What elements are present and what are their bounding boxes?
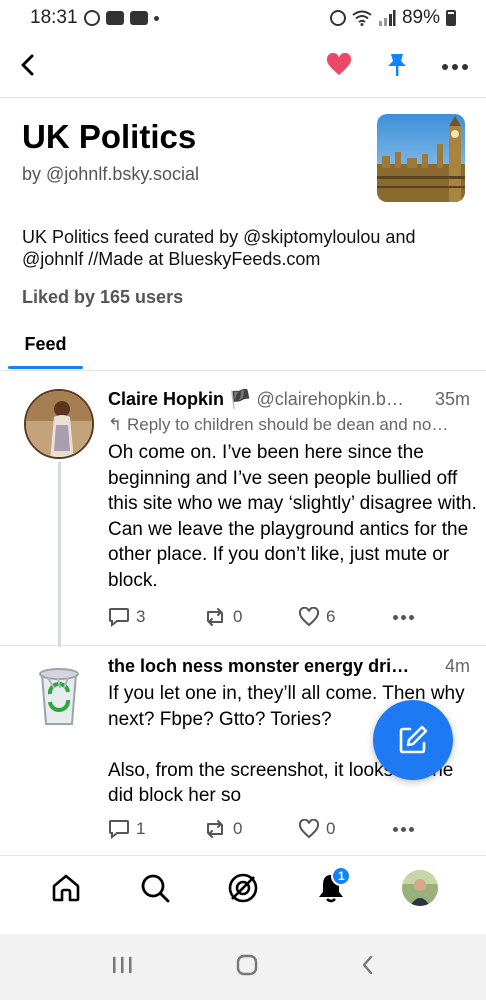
comment-icon: [109, 820, 129, 839]
whatsapp-icon: [83, 10, 100, 26]
heart-filled-icon: [326, 52, 352, 75]
wales-flag-icon: 🏴: [229, 389, 252, 409]
chevron-left-icon: [21, 54, 34, 75]
header-divider: [0, 97, 486, 98]
reply-to-text: Reply to children should be dean and no…: [126, 415, 449, 434]
avatar[interactable]: [24, 660, 94, 730]
tab-feed[interactable]: Feed: [8, 334, 83, 370]
battery-icon: [446, 10, 456, 26]
compose-button[interactable]: [373, 700, 453, 780]
like-feed-button[interactable]: [326, 52, 352, 82]
signal-icon: [378, 10, 396, 26]
battery-percent: 89%: [401, 7, 440, 28]
nav-search[interactable]: [131, 864, 179, 912]
post-time[interactable]: 35m: [435, 389, 470, 410]
pin-feed-button[interactable]: [386, 52, 408, 83]
home-icon: [52, 874, 80, 901]
bottom-nav: 1: [0, 855, 486, 919]
heart-icon: [298, 607, 320, 627]
repost-count: 0: [233, 607, 243, 626]
like-count: 0: [326, 819, 336, 838]
system-nav-bar: [0, 934, 486, 1000]
more-notifications-dot: [153, 15, 159, 21]
compose-icon: [399, 725, 428, 754]
reply-button[interactable]: 1: [108, 819, 203, 839]
home-circle-icon: [236, 954, 258, 975]
profile-avatar: [401, 869, 438, 906]
recent-apps-button[interactable]: [110, 955, 134, 980]
reply-button[interactable]: 3: [108, 607, 203, 627]
status-time: 18:31: [30, 7, 78, 28]
youtube-icon-2: [129, 11, 148, 25]
nav-feeds[interactable]: [219, 864, 267, 912]
notification-badge: 1: [331, 865, 352, 886]
youtube-icon: [105, 11, 124, 25]
post-header: Claire Hopkin 🏴 @clairehopkin.b… 35m: [108, 389, 478, 410]
author-handle[interactable]: @clairehopkin.b…: [256, 389, 403, 409]
back-chevron-icon: [362, 955, 372, 974]
back-system-button[interactable]: [360, 953, 376, 982]
post-actions: 1 0 0: [108, 816, 428, 842]
reply-count: 1: [136, 819, 146, 838]
pin-icon: [388, 53, 406, 76]
nav-profile[interactable]: [396, 864, 444, 912]
like-button[interactable]: 6: [298, 607, 393, 627]
author-name[interactable]: the loch ness monster energy dri…: [108, 656, 409, 676]
nav-home[interactable]: [42, 864, 90, 912]
feed-author[interactable]: by @johnlf.bsky.social: [22, 164, 199, 185]
repost-count: 0: [233, 819, 243, 838]
like-count: 6: [326, 607, 336, 626]
back-button[interactable]: [18, 53, 38, 82]
reply-to-line[interactable]: ↰ Reply to children should be dean and n…: [108, 415, 484, 435]
avatar[interactable]: [24, 389, 94, 459]
thread-line: [58, 462, 61, 647]
recent-apps-icon: [113, 956, 132, 973]
post-time[interactable]: 4m: [445, 656, 470, 677]
status-bar: 18:31 89%: [0, 0, 486, 36]
author-name[interactable]: Claire Hopkin: [108, 389, 224, 409]
post-more-button[interactable]: [393, 826, 414, 832]
top-nav: [0, 40, 486, 94]
search-icon: [141, 874, 169, 902]
post-divider: [0, 645, 486, 646]
reply-count: 3: [136, 607, 146, 626]
more-options-button[interactable]: [442, 64, 468, 70]
post-text: Oh come on. I’ve been here since the beg…: [108, 442, 477, 591]
heart-icon: [298, 819, 320, 839]
feed-liked-by[interactable]: Liked by 165 users: [22, 287, 183, 308]
repost-button[interactable]: 0: [203, 607, 298, 627]
home-system-button[interactable]: [235, 953, 259, 982]
feed-thumbnail: [377, 114, 465, 202]
wifi-icon: [352, 10, 372, 26]
post-more-button[interactable]: [393, 614, 414, 620]
repost-icon: [207, 608, 223, 626]
feeds-icon: [228, 873, 258, 902]
post-header: the loch ness monster energy dri… 4m: [108, 656, 478, 677]
nav-notifications[interactable]: 1: [307, 864, 355, 912]
like-button[interactable]: 0: [298, 819, 393, 839]
post-actions: 3 0 6: [108, 604, 428, 630]
tab-feed-indicator: [8, 366, 83, 369]
reply-arrow-icon: ↰: [108, 415, 123, 434]
alarm-icon: [329, 10, 346, 26]
comment-icon: [109, 608, 129, 627]
feed-title: UK Politics: [22, 118, 197, 155]
feed-description: UK Politics feed curated by @skiptomylou…: [22, 227, 416, 269]
repost-button[interactable]: 0: [203, 819, 298, 839]
tab-divider: [0, 370, 486, 371]
repost-icon: [207, 820, 223, 838]
